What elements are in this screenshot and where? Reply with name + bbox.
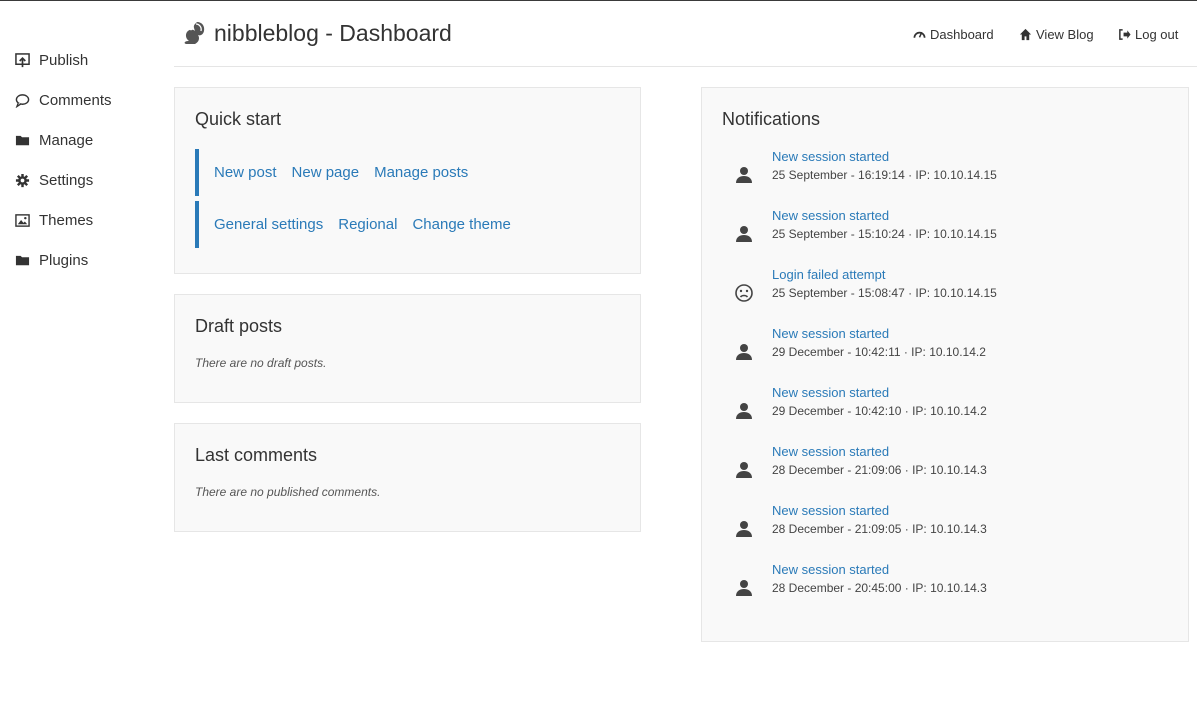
notifications-title: Notifications: [722, 109, 821, 129]
quick-start-title: Quick start: [195, 109, 282, 129]
manage-posts-link[interactable]: Manage posts: [374, 164, 468, 181]
notification-detail: 28 December - 21:09:06 · IP: 10.10.14.3: [772, 463, 987, 477]
user-icon: [734, 165, 754, 185]
sidebar-item-comments[interactable]: Comments: [14, 88, 112, 112]
logout-icon: [1119, 28, 1131, 40]
notification-title[interactable]: New session started: [772, 562, 889, 577]
user-icon: [734, 224, 754, 244]
sidebar-item-themes[interactable]: Themes: [14, 208, 93, 232]
notification-item: New session started 29 December - 10:42:…: [702, 326, 1188, 376]
sad-face-icon: [734, 283, 754, 303]
notification-title[interactable]: New session started: [772, 326, 889, 341]
notification-detail: 25 September - 16:19:14 · IP: 10.10.14.1…: [772, 168, 997, 182]
notification-title[interactable]: New session started: [772, 385, 889, 400]
sidebar-item-label: Themes: [39, 211, 94, 229]
sidebar-item-label: Comments: [39, 91, 112, 109]
sidebar-item-label: Plugins: [39, 251, 89, 269]
notification-detail: 28 December - 20:45:00 · IP: 10.10.14.3: [772, 581, 987, 595]
user-icon: [734, 401, 754, 421]
notification-title[interactable]: Login failed attempt: [772, 267, 885, 282]
sidebar-item-publish[interactable]: Publish: [14, 48, 88, 72]
dashboard-gauge-icon: [913, 31, 926, 38]
sidebar-item-settings[interactable]: Settings: [14, 168, 93, 192]
comment-bubble-icon: [14, 92, 30, 108]
user-icon: [734, 578, 754, 598]
notification-title[interactable]: New session started: [772, 444, 889, 459]
regional-link[interactable]: Regional: [338, 216, 397, 233]
notification-title[interactable]: New session started: [772, 503, 889, 518]
last-comments-title: Last comments: [195, 445, 318, 465]
nav-view-blog-link[interactable]: View Blog: [1019, 25, 1094, 43]
notification-detail: 29 December - 10:42:10 · IP: 10.10.14.2: [772, 404, 987, 418]
last-comments-panel: Last comments There are no published com…: [174, 423, 641, 532]
gear-icon: [14, 172, 30, 188]
user-icon: [734, 460, 754, 480]
image-icon: [14, 212, 30, 228]
new-post-link[interactable]: New post: [214, 164, 277, 181]
notifications-panel: Notifications New session started 25 Sep…: [701, 87, 1189, 642]
quick-start-panel: Quick start New post New page Manage pos…: [174, 87, 641, 274]
new-page-link[interactable]: New page: [292, 164, 360, 181]
notification-title[interactable]: New session started: [772, 149, 889, 164]
notification-item: New session started 28 December - 20:45:…: [702, 562, 1188, 612]
notification-item: New session started 25 September - 15:10…: [702, 208, 1188, 258]
notification-item: New session started 25 September - 16:19…: [702, 149, 1188, 199]
nav-dashboard-link[interactable]: Dashboard: [913, 25, 994, 43]
draft-posts-empty-note: There are no draft posts.: [195, 356, 327, 370]
notification-item: New session started 28 December - 21:09:…: [702, 503, 1188, 553]
squirrel-logo-icon: [182, 20, 206, 46]
change-theme-link[interactable]: Change theme: [412, 216, 510, 233]
quick-start-settings-links: General settings Regional Change theme: [195, 201, 629, 248]
notification-item: Login failed attempt 25 September - 15:0…: [702, 267, 1188, 317]
draft-posts-panel: Draft posts There are no draft posts.: [174, 294, 641, 403]
notification-detail: 25 September - 15:08:47 · IP: 10.10.14.1…: [772, 286, 997, 300]
nav-view-blog-label: View Blog: [1036, 26, 1094, 42]
sidebar-item-label: Publish: [39, 51, 89, 69]
nav-logout-link[interactable]: Log out: [1118, 25, 1178, 43]
quick-start-content-links: New post New page Manage posts: [195, 149, 629, 196]
notification-item: New session started 29 December - 10:42:…: [702, 385, 1188, 435]
page-title: nibbleblog - Dashboard: [214, 20, 452, 46]
sidebar-item-manage[interactable]: Manage: [14, 128, 93, 152]
sidebar-item-plugins[interactable]: Plugins: [14, 248, 88, 272]
sidebar-item-label: Settings: [39, 171, 94, 189]
folder-icon: [14, 252, 30, 268]
publish-upload-icon: [14, 52, 30, 68]
general-settings-link[interactable]: General settings: [214, 216, 323, 233]
nav-logout-label: Log out: [1135, 26, 1179, 42]
notification-detail: 25 September - 15:10:24 · IP: 10.10.14.1…: [772, 227, 997, 241]
notification-item: New session started 28 December - 21:09:…: [702, 444, 1188, 494]
notification-detail: 28 December - 21:09:05 · IP: 10.10.14.3: [772, 522, 987, 536]
last-comments-empty-note: There are no published comments.: [195, 485, 381, 499]
notification-detail: 29 December - 10:42:11 · IP: 10.10.14.2: [772, 345, 986, 359]
home-icon: [1019, 28, 1032, 40]
notification-title[interactable]: New session started: [772, 208, 889, 223]
folder-icon: [14, 132, 30, 148]
sidebar-item-label: Manage: [39, 131, 94, 149]
user-icon: [734, 519, 754, 539]
user-icon: [734, 342, 754, 362]
draft-posts-title: Draft posts: [195, 316, 283, 336]
nav-dashboard-label: Dashboard: [930, 26, 994, 42]
top-header: nibbleblog - Dashboard Dashboard View Bl…: [174, 1, 1197, 67]
